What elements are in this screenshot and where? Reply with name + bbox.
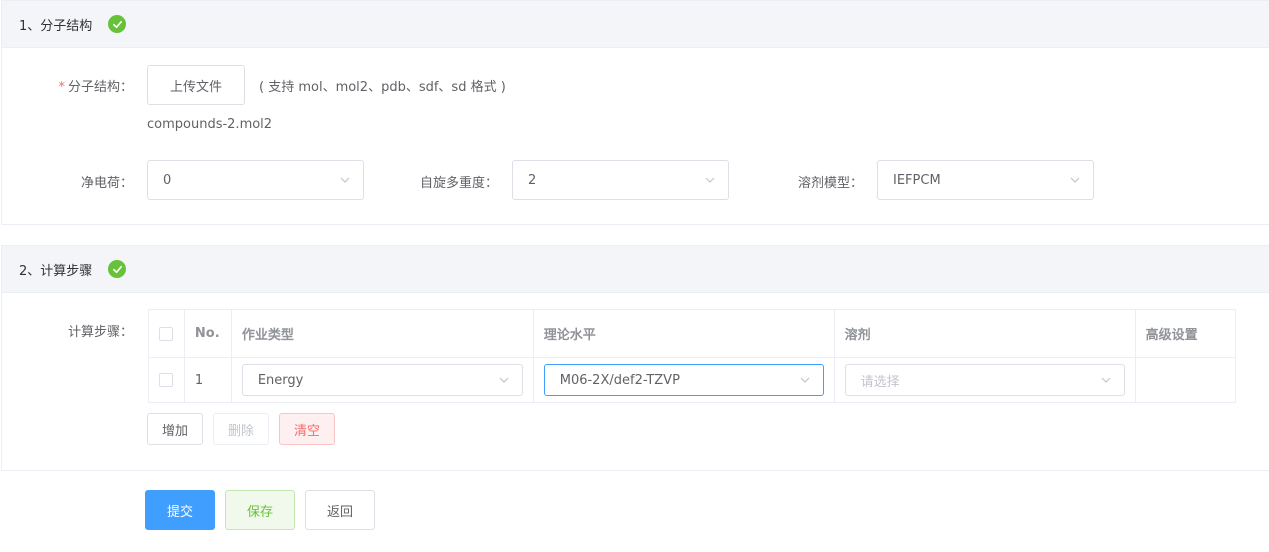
clear-steps-button[interactable]: 清空: [279, 413, 335, 445]
formats-hint: ( 支持 mol、mol2、pdb、sdf、sd 格式 ): [259, 80, 506, 95]
submit-button[interactable]: 提交: [145, 490, 215, 530]
save-button[interactable]: 保存: [225, 490, 295, 530]
row-no: 1: [183, 357, 232, 403]
structure-label: * 分子结构：: [58, 80, 133, 95]
col-solvent: 溶剂: [833, 309, 1136, 358]
table-row: 1 Energy M06-2X/def2-TZVP 请选择: [148, 357, 1237, 403]
calculation-steps-section: 2、计算步骤 计算步骤： No. 作业类型 理论水平 溶剂 高级设置 1 Ene…: [1, 245, 1269, 471]
chevron-down-icon: [499, 377, 509, 383]
add-step-button[interactable]: 增加: [147, 413, 203, 445]
multiplicity-select[interactable]: 2: [512, 160, 729, 200]
solvent-model-label: 溶剂模型：: [797, 176, 863, 191]
chevron-down-icon: [800, 377, 810, 383]
upload-file-button[interactable]: 上传文件: [147, 65, 245, 105]
charge-label: 净电荷：: [80, 176, 133, 191]
advanced-settings-cell[interactable]: [1134, 357, 1237, 403]
theory-level-cell: M06-2X/def2-TZVP: [532, 357, 835, 403]
solvent-model-value: IEFPCM: [893, 172, 941, 188]
row-checkbox[interactable]: [159, 373, 173, 387]
steps-label: 计算步骤：: [67, 325, 133, 340]
job-type-cell: Energy: [230, 357, 534, 403]
theory-level-value: M06-2X/def2-TZVP: [559, 372, 680, 388]
solvent-placeholder: 请选择: [860, 374, 900, 390]
solvent-model-select[interactable]: IEFPCM: [877, 160, 1094, 200]
chevron-down-icon: [1101, 377, 1111, 383]
chevron-down-icon: [1070, 177, 1080, 183]
check-circle-icon: [108, 260, 127, 278]
section-header: 1、分子结构: [2, 1, 1269, 48]
steps-table: No. 作业类型 理论水平 溶剂 高级设置 1 Energy M06-2X/de…: [148, 309, 1237, 403]
chevron-down-icon: [705, 177, 715, 183]
row-checkbox-cell: [148, 357, 185, 403]
multiplicity-label: 自旋多重度：: [419, 176, 498, 191]
select-all-checkbox[interactable]: [159, 326, 173, 341]
section-title: 2、计算步骤: [19, 263, 93, 279]
charge-select[interactable]: 0: [147, 160, 364, 200]
chevron-down-icon: [340, 177, 350, 183]
uploaded-filename[interactable]: compounds-2.mol2: [147, 117, 272, 132]
select-all-cell: [148, 309, 185, 358]
table-header-row: No. 作业类型 理论水平 溶剂 高级设置: [148, 309, 1237, 358]
theory-level-select[interactable]: M06-2X/def2-TZVP: [543, 364, 824, 396]
check-circle-icon: [108, 15, 127, 33]
job-type-value: Energy: [257, 372, 304, 388]
required-asterisk: *: [58, 80, 65, 95]
section-header: 2、计算步骤: [2, 246, 1269, 293]
molecular-structure-section: 1、分子结构 * 分子结构： 上传文件 ( 支持 mol、mol2、pdb、sdf…: [1, 0, 1269, 225]
col-job-type: 作业类型: [230, 309, 534, 358]
back-button[interactable]: 返回: [305, 490, 375, 530]
col-theory-level: 理论水平: [532, 309, 835, 358]
job-type-select[interactable]: Energy: [241, 364, 523, 396]
multiplicity-value: 2: [528, 172, 537, 188]
solvent-select[interactable]: 请选择: [844, 364, 1125, 396]
charge-value: 0: [163, 172, 172, 188]
col-no: No.: [183, 309, 232, 358]
section-title: 1、分子结构: [19, 18, 93, 34]
col-advanced-settings: 高级设置: [1134, 309, 1237, 358]
solvent-cell: 请选择: [833, 357, 1136, 403]
delete-step-button[interactable]: 删除: [213, 413, 269, 445]
